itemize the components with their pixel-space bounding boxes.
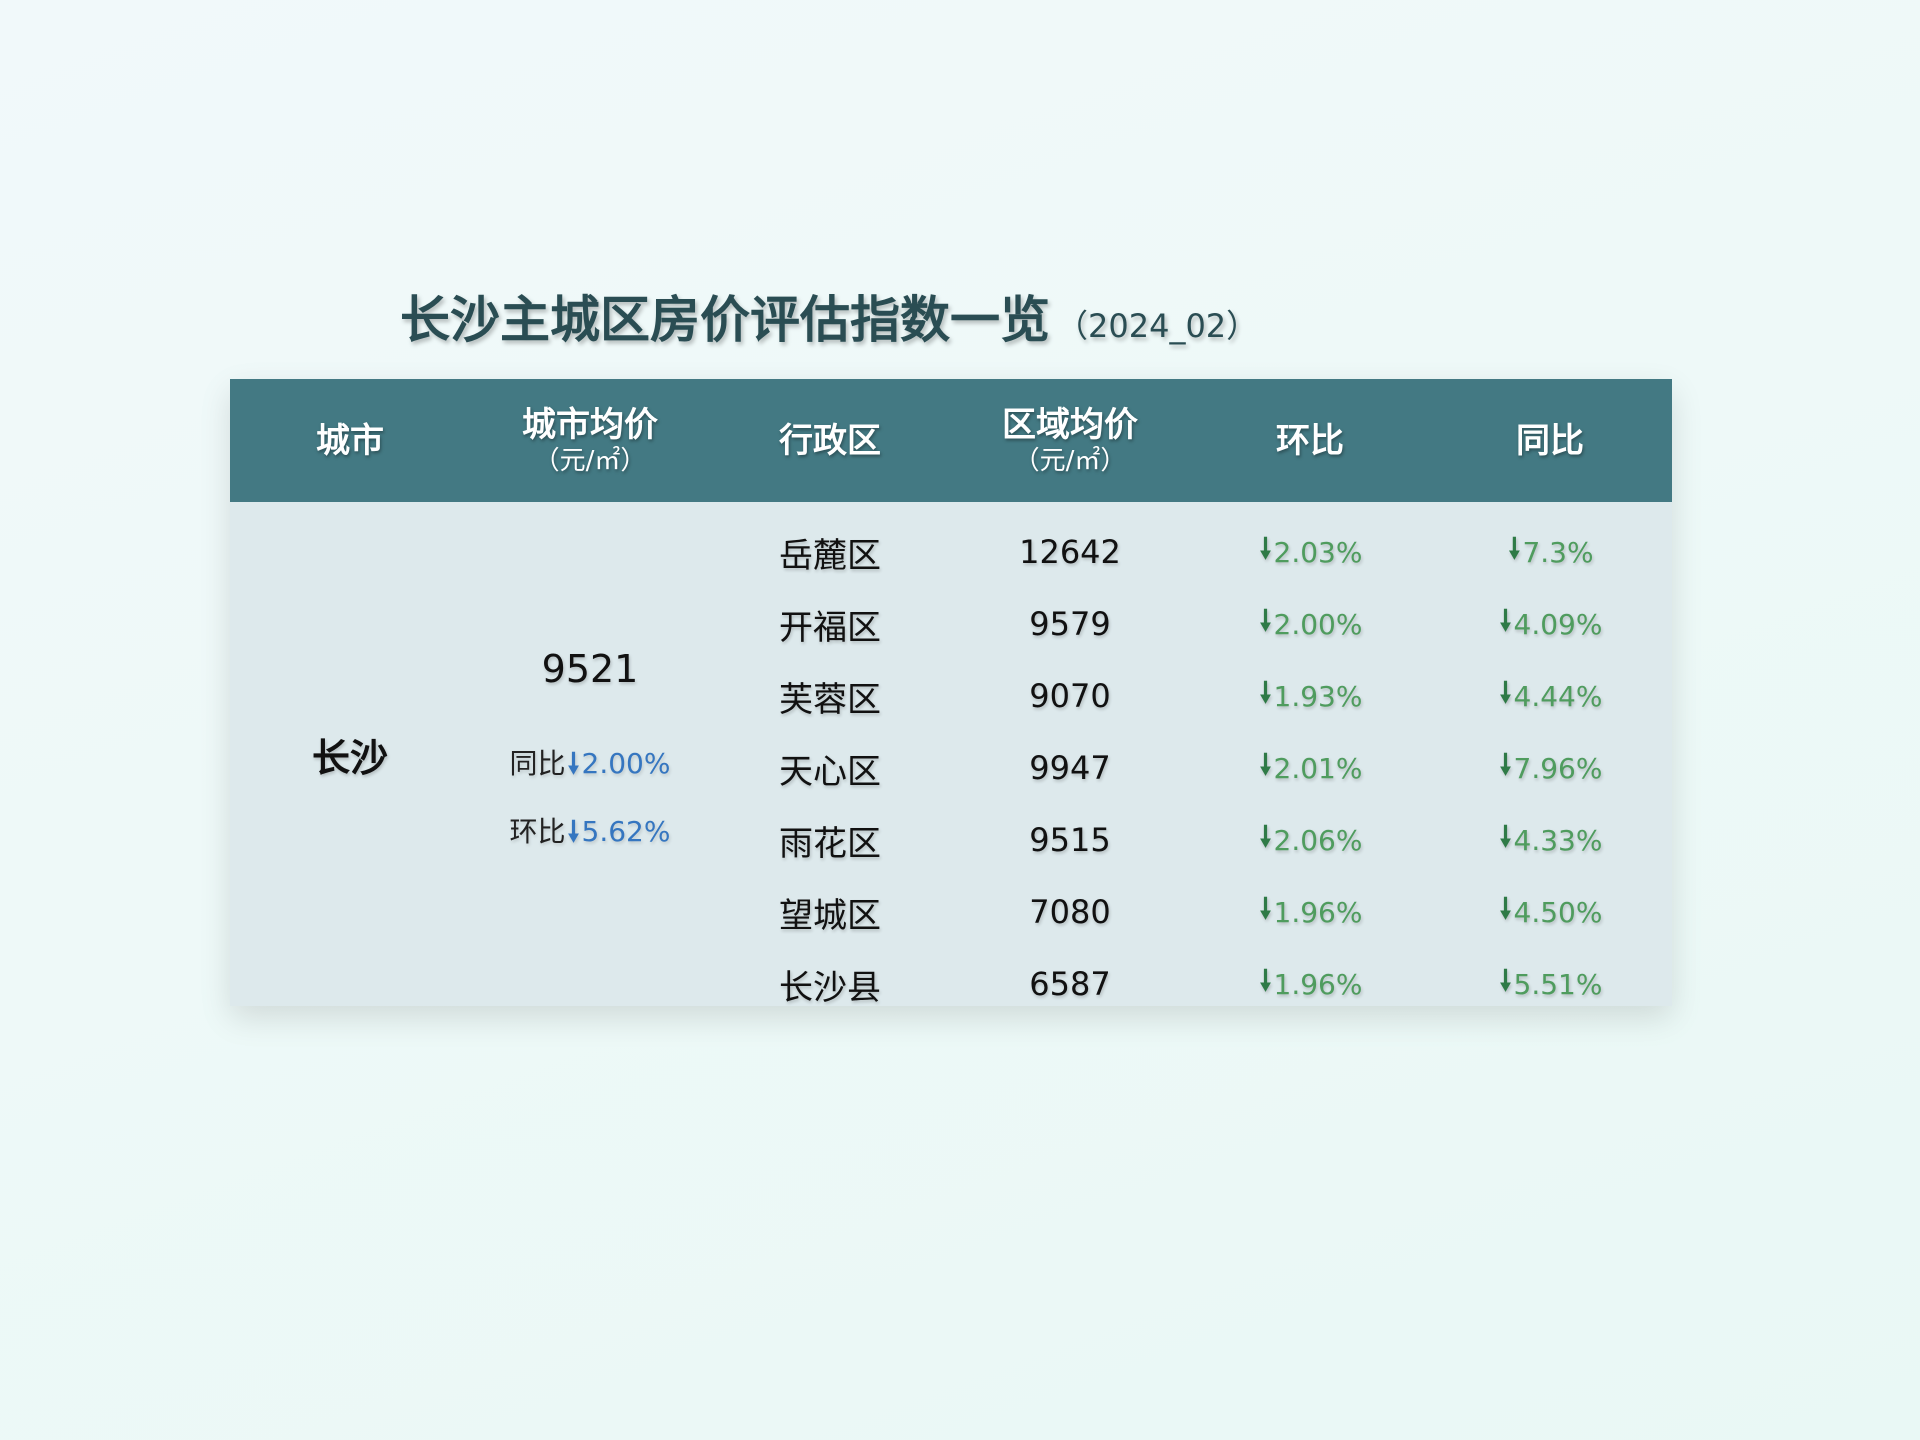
- city-name: 长沙: [311, 735, 388, 780]
- district-price: 9070: [1029, 677, 1111, 715]
- district-price: 9947: [1029, 749, 1111, 787]
- district-name: 望城区: [779, 895, 881, 936]
- city-mom-label: 环比: [509, 815, 566, 848]
- district-yoy: 🠗 7.96%: [1430, 732, 1670, 804]
- header-yoy: 同比: [1430, 379, 1670, 502]
- city-mom: 环比🠗5.62%: [470, 810, 710, 859]
- down-arrow-icon: 🠗: [1499, 748, 1512, 781]
- district-yoy-value: 4.50%: [1513, 895, 1603, 929]
- district-mom-value: 2.06%: [1273, 823, 1363, 857]
- down-arrow-icon: 🠗: [1499, 892, 1512, 925]
- header-city-label: 城市: [316, 420, 384, 461]
- title-suffix: （2024_02）: [1056, 307, 1259, 345]
- header-city-avg-unit: （元/㎡）: [533, 445, 647, 476]
- city-yoy-value: 2.00%: [581, 747, 671, 780]
- down-arrow-icon: 🠗: [1499, 820, 1512, 853]
- header-district-avg-unit: （元/㎡）: [1013, 445, 1127, 476]
- district-price: 7080: [1029, 893, 1111, 931]
- district-mom: 🠗 2.06%: [1190, 804, 1430, 876]
- table-row: 岳麓区 12642 🠗 2.03% 🠗 7.3%: [710, 516, 1672, 588]
- district-yoy: 🠗 4.44%: [1430, 660, 1670, 732]
- header-district: 行政区: [710, 379, 950, 502]
- district-name: 芙蓉区: [779, 679, 881, 720]
- down-arrow-icon: 🠗: [1499, 676, 1512, 709]
- table-row: 望城区 7080 🠗 1.96% 🠗 4.50%: [710, 876, 1672, 948]
- district-mom: 🠗 1.96%: [1190, 948, 1430, 1020]
- district-yoy-value: 7.3%: [1522, 535, 1594, 569]
- district-yoy: 🠗 4.09%: [1430, 588, 1670, 660]
- district-yoy: 🠗 4.33%: [1430, 804, 1670, 876]
- district-mom: 🠗 1.96%: [1190, 876, 1430, 948]
- down-arrow-icon: 🠗: [1499, 964, 1512, 997]
- table-row: 长沙县 6587 🠗 1.96% 🠗 5.51%: [710, 948, 1672, 1020]
- down-arrow-icon: 🠗: [567, 747, 580, 780]
- down-arrow-icon: 🠗: [1259, 532, 1272, 565]
- price-index-table: 城市 城市均价 （元/㎡） 行政区 区域均价 （元/㎡） 环比 同比 长沙 95…: [230, 379, 1672, 1008]
- district-mom-value: 1.93%: [1273, 679, 1363, 713]
- district-mom-value: 2.01%: [1273, 751, 1363, 785]
- down-arrow-icon: 🠗: [1259, 748, 1272, 781]
- header-mom: 环比: [1190, 379, 1430, 502]
- down-arrow-icon: 🠗: [1259, 604, 1272, 637]
- district-mom: 🠗 2.01%: [1190, 732, 1430, 804]
- header-district-avg-label: 区域均价: [1002, 404, 1138, 445]
- down-arrow-icon: 🠗: [1499, 604, 1512, 637]
- city-yoy: 同比🠗2.00%: [470, 742, 710, 791]
- header-city-avg-label: 城市均价: [522, 404, 658, 445]
- district-price: 12642: [1019, 533, 1121, 571]
- district-price: 9579: [1029, 605, 1111, 643]
- down-arrow-icon: 🠗: [1259, 820, 1272, 853]
- page-title: 长沙主城区房价评估指数一览 （2024_02）: [400, 280, 1258, 352]
- city-avg-block: 9521 同比🠗2.00% 环比🠗5.62%: [470, 502, 710, 1006]
- table-row: 开福区 9579 🠗 2.00% 🠗 4.09%: [710, 588, 1672, 660]
- table-row: 芙蓉区 9070 🠗 1.93% 🠗 4.44%: [710, 660, 1672, 732]
- district-mom-value: 1.96%: [1273, 895, 1363, 929]
- down-arrow-icon: 🠗: [1259, 892, 1272, 925]
- district-yoy-value: 5.51%: [1513, 967, 1603, 1001]
- district-mom: 🠗 2.03%: [1190, 516, 1430, 588]
- table-row: 天心区 9947 🠗 2.01% 🠗 7.96%: [710, 732, 1672, 804]
- district-price: 9515: [1029, 821, 1111, 859]
- header-city: 城市: [230, 379, 470, 502]
- down-arrow-icon: 🠗: [1259, 676, 1272, 709]
- title-main: 长沙主城区房价评估指数一览: [400, 291, 1050, 349]
- header-city-avg: 城市均价 （元/㎡）: [470, 379, 710, 502]
- district-mom-value: 2.03%: [1273, 535, 1363, 569]
- district-name: 长沙县: [779, 967, 881, 1008]
- district-name: 开福区: [779, 607, 881, 648]
- district-yoy: 🠗 5.51%: [1430, 948, 1670, 1020]
- district-mom: 🠗 2.00%: [1190, 588, 1430, 660]
- city-yoy-label: 同比: [509, 747, 566, 780]
- district-yoy: 🠗 7.3%: [1430, 516, 1670, 588]
- header-district-avg: 区域均价 （元/㎡）: [950, 379, 1190, 502]
- district-price: 6587: [1029, 965, 1111, 1003]
- table-header: 城市 城市均价 （元/㎡） 行政区 区域均价 （元/㎡） 环比 同比: [230, 379, 1672, 502]
- header-yoy-label: 同比: [1516, 420, 1584, 461]
- district-yoy-value: 4.09%: [1513, 607, 1603, 641]
- district-yoy-value: 4.33%: [1513, 823, 1603, 857]
- district-yoy-value: 4.44%: [1513, 679, 1603, 713]
- district-name: 天心区: [779, 751, 881, 792]
- district-mom-value: 1.96%: [1273, 967, 1363, 1001]
- down-arrow-icon: 🠗: [1259, 964, 1272, 997]
- table-row: 雨花区 9515 🠗 2.06% 🠗 4.33%: [710, 804, 1672, 876]
- district-mom-value: 2.00%: [1273, 607, 1363, 641]
- down-arrow-icon: 🠗: [567, 815, 580, 848]
- header-mom-label: 环比: [1276, 420, 1344, 461]
- district-yoy-value: 7.96%: [1513, 751, 1603, 785]
- down-arrow-icon: 🠗: [1508, 532, 1521, 565]
- city-mom-value: 5.62%: [581, 815, 671, 848]
- district-yoy: 🠗 4.50%: [1430, 876, 1670, 948]
- city-avg-price: 9521: [541, 647, 639, 691]
- district-name: 雨花区: [779, 823, 881, 864]
- district-name: 岳麓区: [779, 535, 881, 576]
- header-district-label: 行政区: [779, 420, 881, 461]
- district-mom: 🠗 1.93%: [1190, 660, 1430, 732]
